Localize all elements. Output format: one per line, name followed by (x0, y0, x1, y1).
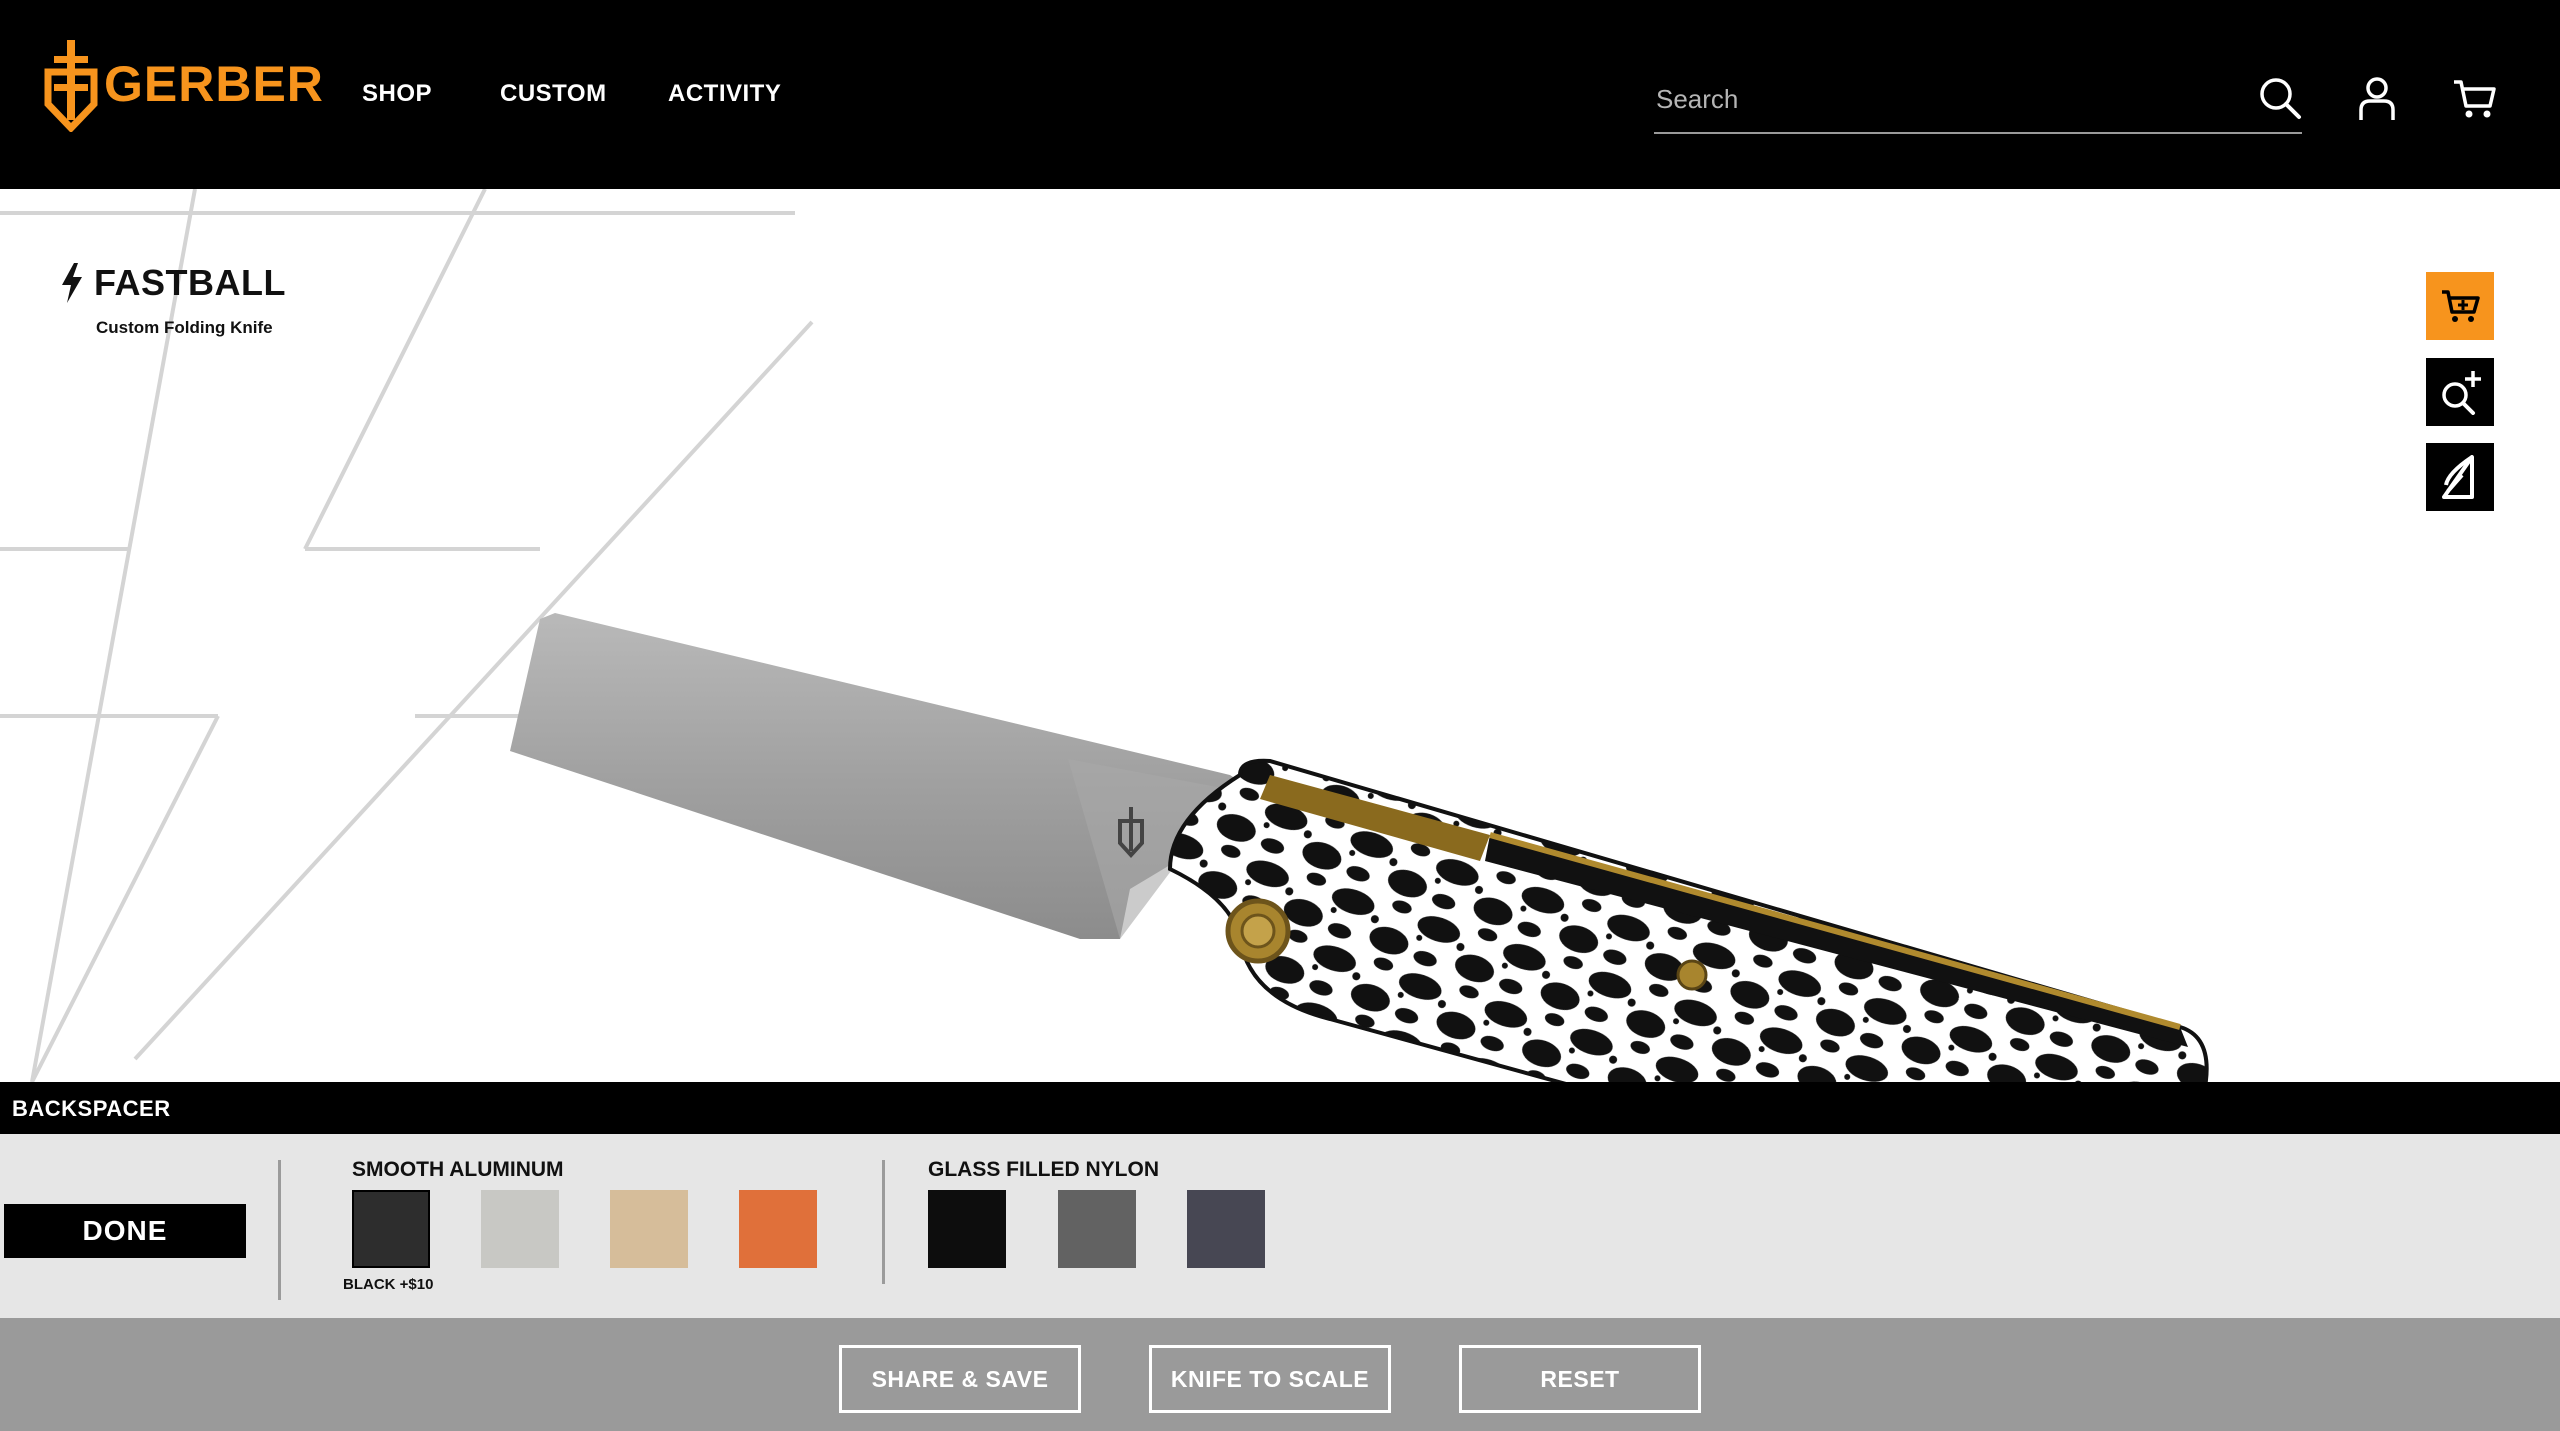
group-label-smooth-aluminum: SMOOTH ALUMINUM (352, 1158, 564, 1181)
zoom-button[interactable] (2426, 358, 2494, 426)
product-subtitle: Custom Folding Knife (96, 318, 273, 337)
nav-shop[interactable]: SHOP (362, 80, 432, 108)
lightning-bolt-icon (62, 263, 82, 303)
knife-model[interactable] (480, 599, 2230, 1082)
swatch-nylon-black[interactable] (928, 1190, 1006, 1268)
add-to-cart-icon (2442, 290, 2480, 322)
section-label: BACKSPACER (12, 1096, 171, 1121)
knife-to-scale-button[interactable]: KNIFE TO SCALE (1149, 1345, 1391, 1413)
add-to-cart-button[interactable] (2426, 272, 2494, 340)
group-label-glass-filled-nylon: GLASS FILLED NYLON (928, 1158, 1159, 1181)
done-button[interactable]: DONE (4, 1204, 246, 1258)
product-title: FASTBALL (94, 262, 286, 303)
search-input[interactable] (1654, 80, 2218, 118)
logo-wordmark: GERBER (104, 56, 324, 112)
swatch-nylon-slate[interactable] (1187, 1190, 1265, 1268)
gerber-shield-icon (44, 40, 98, 132)
swatch-nylon-gray[interactable] (1058, 1190, 1136, 1268)
divider (882, 1160, 885, 1284)
site-header: GERBER SHOP CUSTOM ACTIVITY (0, 0, 2560, 189)
swatch-aluminum-gray[interactable] (481, 1190, 559, 1268)
swatch-aluminum-tan[interactable] (610, 1190, 688, 1268)
share-save-button[interactable]: SHARE & SAVE (839, 1345, 1081, 1413)
product-title-block: FASTBALL Custom Folding Knife (60, 262, 286, 337)
search-icon[interactable] (2258, 76, 2302, 120)
nav-custom[interactable]: CUSTOM (500, 80, 607, 108)
cart-icon[interactable] (2452, 78, 2496, 120)
reset-button[interactable]: RESET (1459, 1345, 1701, 1413)
swatch-aluminum-black[interactable] (352, 1190, 430, 1268)
knife-viewer[interactable] (0, 189, 2560, 1082)
user-icon[interactable] (2358, 76, 2396, 122)
nav-activity[interactable]: ACTIVITY (668, 80, 781, 108)
action-footer: SHARE & SAVE KNIFE TO SCALE RESET (0, 1318, 2560, 1431)
ar-view-button[interactable] (2426, 443, 2494, 511)
divider (278, 1160, 281, 1300)
zoom-in-icon (2442, 371, 2481, 415)
option-section-header: BACKSPACER (0, 1082, 2560, 1134)
option-panel: DONE SMOOTH ALUMINUM BLACK +$10 GLASS FI… (0, 1134, 2560, 1318)
selected-swatch-caption: BLACK +$10 (343, 1276, 434, 1293)
swatch-aluminum-orange[interactable] (739, 1190, 817, 1268)
gerber-logo[interactable]: GERBER (42, 36, 324, 132)
search-bar (1654, 74, 2302, 134)
ar-view-icon (2442, 455, 2474, 499)
